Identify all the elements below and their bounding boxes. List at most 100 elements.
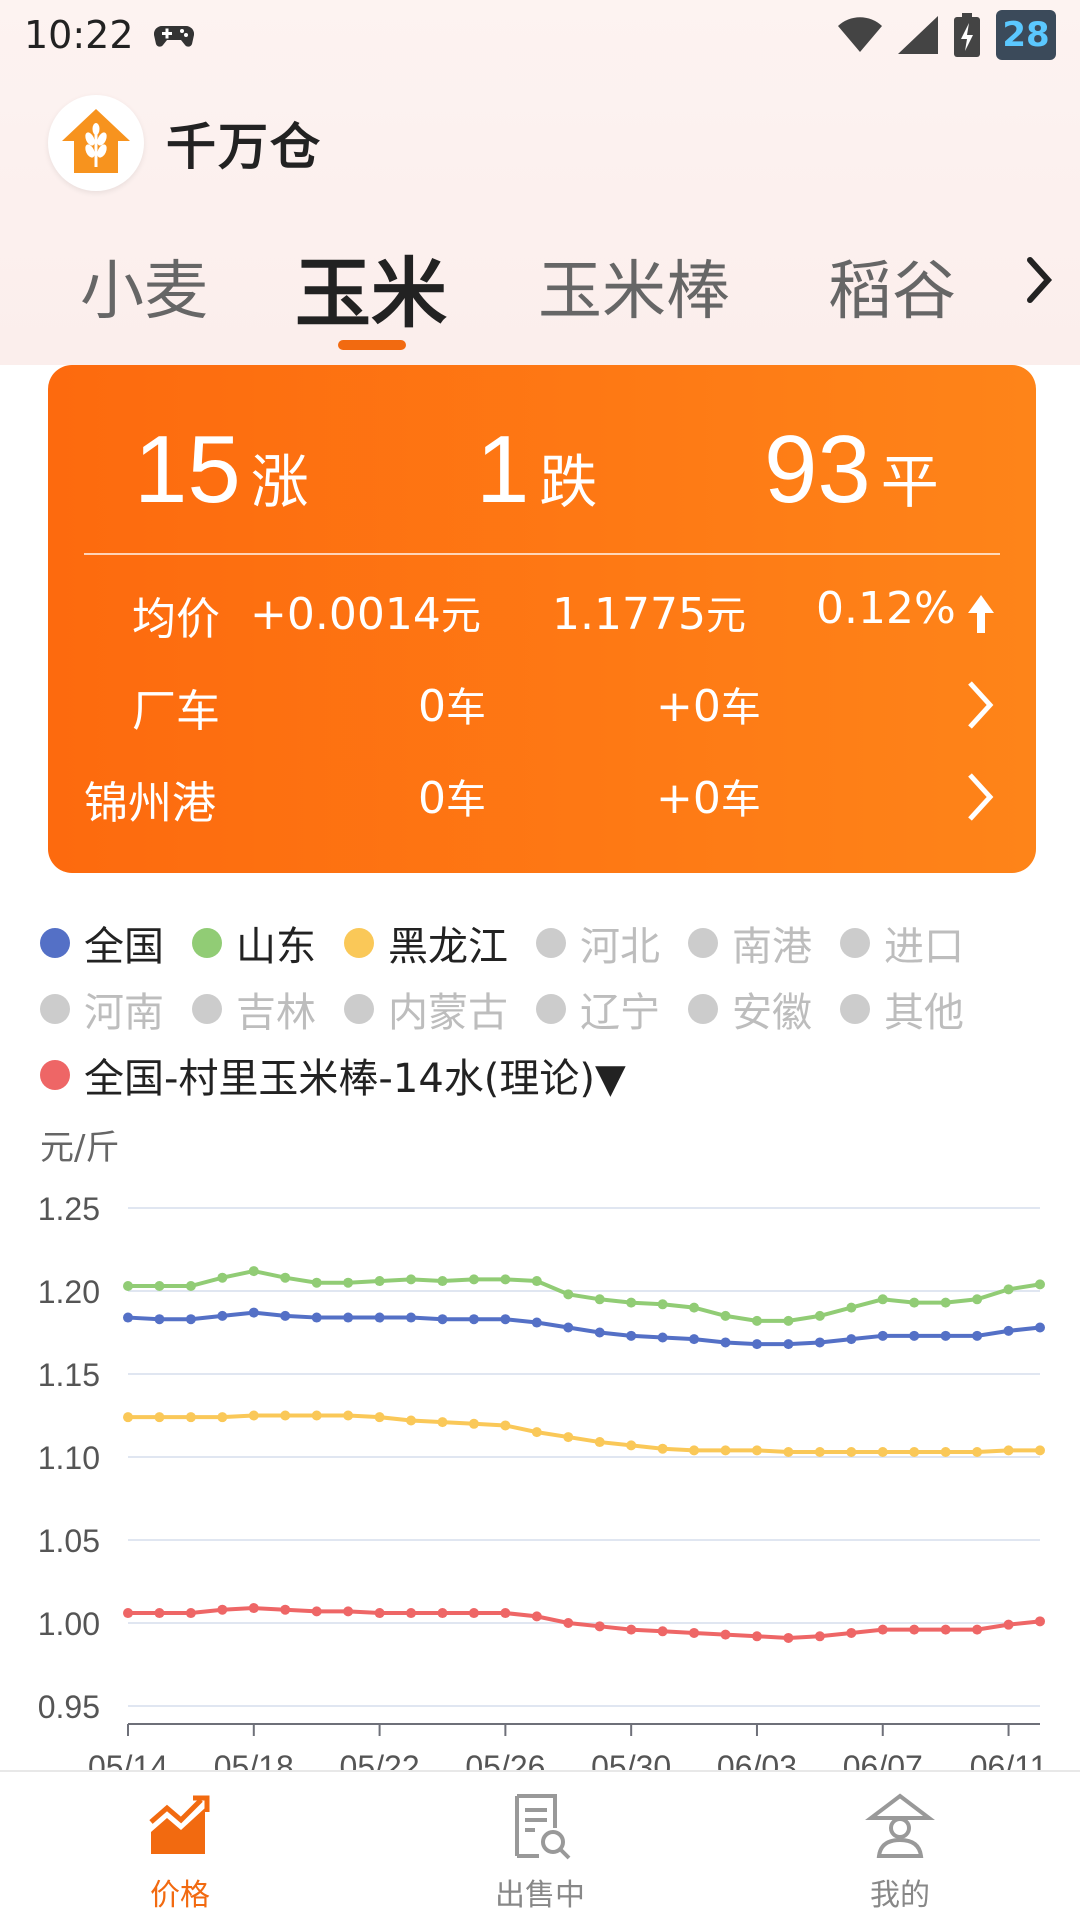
tab-corn[interactable]: 玉米	[295, 232, 447, 342]
data-point	[374, 1412, 385, 1423]
data-point	[311, 1277, 322, 1288]
legend-item[interactable]: 全国	[40, 914, 164, 972]
down-count: 1	[476, 416, 530, 523]
legend-item[interactable]: 其他	[840, 980, 964, 1038]
legend-label: 黑龙江	[388, 924, 508, 970]
x-tick-label: 05/30	[591, 1749, 671, 1770]
data-point	[1035, 1279, 1045, 1290]
data-point	[940, 1624, 951, 1635]
factory-count-value: 0	[418, 681, 446, 732]
data-point	[500, 1608, 511, 1619]
data-point	[343, 1410, 354, 1421]
data-point	[406, 1415, 417, 1426]
y-tick-label: 1.15	[38, 1357, 100, 1393]
legend-item[interactable]: 安徽	[688, 980, 812, 1038]
battery-icon	[954, 13, 980, 57]
tab-corn-cob[interactable]: 玉米棒	[538, 240, 730, 332]
nav-profile[interactable]: 我的	[800, 1792, 1000, 1914]
legend-label: 全国-村里玉米棒-14水(理论)▼	[84, 1056, 626, 1102]
legend-dot	[688, 994, 718, 1024]
legend-dot	[536, 928, 566, 958]
legend-dot	[192, 928, 222, 958]
data-point	[374, 1276, 385, 1287]
data-point	[689, 1302, 700, 1313]
data-point	[563, 1618, 574, 1628]
data-point	[594, 1437, 605, 1448]
legend-dot	[40, 928, 70, 958]
x-tick-label: 06/03	[717, 1749, 797, 1770]
app-header: 千万仓	[48, 95, 322, 191]
legend-item[interactable]: 黑龙江	[344, 914, 508, 972]
data-point	[185, 1281, 196, 1292]
data-point	[406, 1608, 417, 1619]
nav-profile-label: 我的	[870, 1878, 930, 1913]
factory-change-value: +0	[656, 681, 721, 732]
y-tick-label: 1.20	[38, 1274, 100, 1310]
legend-dot	[40, 994, 70, 1024]
legend-dot	[840, 928, 870, 958]
legend-label: 吉林	[236, 990, 316, 1036]
legend-label: 辽宁	[580, 990, 660, 1036]
tab-rice[interactable]: 稻谷	[828, 240, 956, 332]
nav-selling[interactable]: 出售中	[440, 1792, 640, 1914]
data-point	[814, 1631, 825, 1642]
data-point	[343, 1606, 354, 1617]
legend-label: 河南	[84, 990, 164, 1036]
data-point	[783, 1339, 794, 1350]
tab-wheat[interactable]: 小麦	[80, 240, 208, 332]
port-label: 锦州港	[84, 778, 216, 829]
legend-item[interactable]: 河南	[40, 980, 164, 1038]
data-point	[783, 1447, 794, 1458]
data-point	[468, 1608, 479, 1619]
data-point	[311, 1606, 322, 1617]
legend-dot	[536, 994, 566, 1024]
category-tabs: 小麦 玉米 玉米棒 稻谷	[0, 240, 1080, 360]
wheat-house-icon	[48, 95, 144, 191]
legend-item[interactable]: 进口	[840, 914, 964, 972]
data-point	[500, 1420, 511, 1431]
data-point	[280, 1604, 291, 1615]
status-bar: 10:22 28	[0, 0, 1080, 70]
series-line	[127, 1310, 1041, 1347]
wifi-icon	[838, 17, 882, 52]
data-point	[751, 1631, 762, 1642]
legend-item[interactable]: 山东	[192, 914, 316, 972]
data-point	[154, 1281, 165, 1292]
data-point	[626, 1330, 637, 1341]
x-tick-label: 06/11	[970, 1749, 1048, 1770]
legend-label: 安徽	[732, 990, 812, 1036]
data-point	[940, 1330, 951, 1341]
legend-item[interactable]: 吉林	[192, 980, 316, 1038]
y-axis-unit: 元/斤	[40, 1128, 120, 1168]
chevron-right-icon[interactable]	[1020, 250, 1060, 310]
data-point	[1003, 1445, 1014, 1456]
data-point	[657, 1332, 668, 1343]
legend-label: 进口	[884, 924, 964, 970]
chevron-right-icon[interactable]	[960, 767, 1000, 827]
legend-item[interactable]: 南港	[688, 914, 812, 972]
down-stat: 1 跌	[476, 415, 597, 525]
nav-price[interactable]: 价格	[80, 1792, 280, 1914]
y-tick-label: 1.00	[38, 1606, 100, 1642]
port-count-value: 0	[418, 773, 446, 824]
legend-item[interactable]: 辽宁	[536, 980, 660, 1038]
data-point	[846, 1302, 857, 1313]
data-point	[374, 1312, 385, 1323]
chevron-right-icon[interactable]	[960, 675, 1000, 735]
flat-label: 平	[880, 448, 939, 516]
data-point	[751, 1445, 762, 1456]
card-divider	[84, 553, 1000, 555]
factory-row[interactable]: 厂车 0车 +0车	[48, 675, 1036, 737]
port-row[interactable]: 锦州港 0车 +0车	[48, 767, 1036, 829]
legend-item[interactable]: 内蒙古	[344, 980, 508, 1038]
data-point	[626, 1297, 637, 1308]
data-point	[720, 1445, 731, 1456]
data-point	[689, 1445, 700, 1456]
avg-price: 1.1775元	[552, 583, 746, 641]
port-count-unit: 车	[446, 777, 486, 823]
legend-item[interactable]: 全国-村里玉米棒-14水(理论)▼	[40, 1046, 626, 1104]
avg-change-unit: 元	[440, 593, 481, 639]
legend-item[interactable]: 河北	[536, 914, 660, 972]
data-point	[689, 1627, 700, 1638]
data-point	[374, 1608, 385, 1619]
